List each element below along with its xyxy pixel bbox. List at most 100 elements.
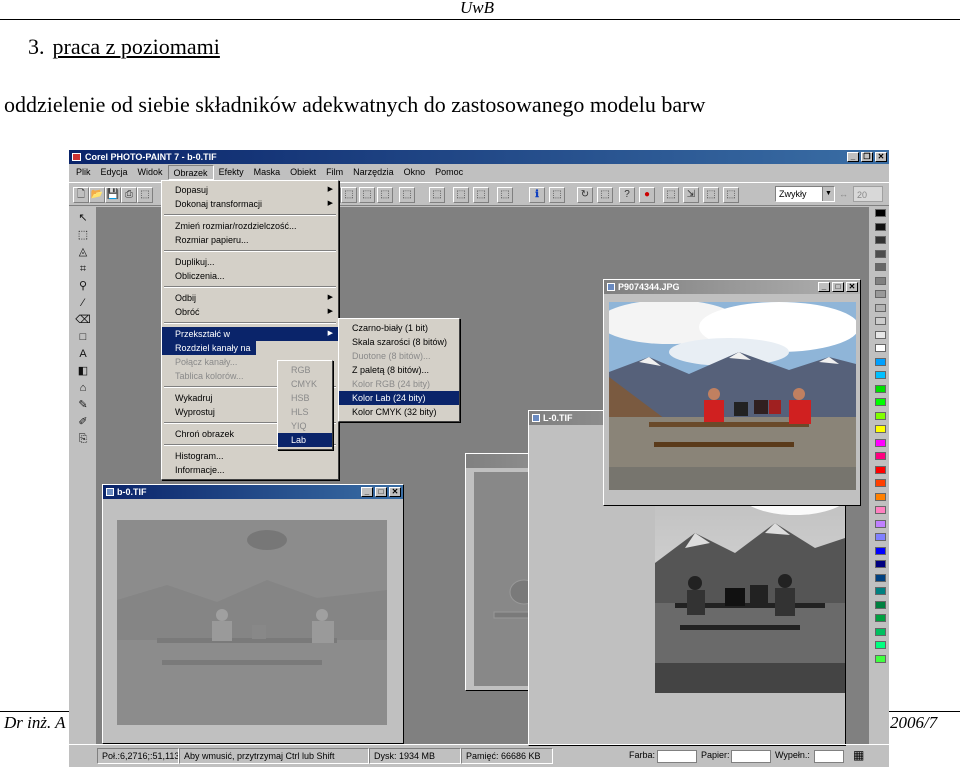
menu-item[interactable]: Kolor RGB (24 bity) (339, 377, 459, 391)
palette-swatch[interactable] (875, 357, 886, 366)
palette-swatch[interactable] (875, 438, 886, 447)
menu-item[interactable]: HLS (278, 405, 332, 419)
palette-swatch[interactable] (875, 600, 886, 609)
maximize-icon[interactable]: □ (832, 282, 844, 292)
palette-swatch[interactable] (875, 492, 886, 501)
palette-swatch[interactable] (875, 533, 886, 541)
arrow-tool-icon[interactable]: ⇲ (683, 187, 699, 203)
open-file-icon[interactable]: 📂 (89, 187, 105, 203)
palette-swatch[interactable] (875, 209, 886, 217)
menu-item[interactable]: HSB (278, 391, 332, 405)
doc-title-b[interactable]: b-0.TIF _ □ ✕ (103, 485, 403, 499)
menu-plik[interactable]: Plik (71, 165, 96, 180)
zoom-tool-icon[interactable]: ⚲ (73, 278, 93, 295)
tool-icon[interactable]: ⬚ (723, 187, 739, 203)
fill-tool-icon[interactable]: ◧ (73, 363, 93, 380)
palette-swatch[interactable] (875, 654, 886, 663)
chevron-down-icon[interactable]: ▼ (822, 187, 834, 201)
apple-icon[interactable]: ● (639, 187, 655, 203)
menu-item[interactable]: CMYK (278, 377, 332, 391)
tool-icon[interactable]: ⬚ (703, 187, 719, 203)
eraser-tool-icon[interactable]: ⌫ (73, 312, 93, 329)
palette-swatch[interactable] (875, 560, 886, 568)
paper-swatch[interactable] (731, 750, 771, 763)
tool-icon[interactable]: ⬚ (377, 187, 393, 203)
menu-item[interactable]: Kolor CMYK (32 bity) (339, 405, 459, 419)
menu-item[interactable]: Lab (278, 433, 332, 447)
menu-item[interactable]: Histogram... (162, 449, 338, 463)
menu-item[interactable]: Rozmiar papieru... (162, 233, 338, 247)
menu-item[interactable]: Skala szarości (8 bitów) (339, 335, 459, 349)
palette-swatch[interactable] (875, 303, 886, 312)
maximize-icon[interactable]: □ (375, 487, 387, 497)
brush-tool-icon[interactable]: ✎ (73, 397, 93, 414)
tool-icon[interactable]: ⬚ (453, 187, 469, 203)
doc-window-b[interactable]: b-0.TIF _ □ ✕ (102, 484, 404, 744)
menu-item[interactable]: Obróć ▶ (162, 305, 338, 319)
palette-swatch[interactable] (875, 479, 886, 487)
menu-item[interactable]: Obliczenia... (162, 269, 338, 283)
palette-swatch[interactable] (875, 344, 886, 352)
new-file-icon[interactable]: 🗋 (73, 187, 89, 203)
tool-icon[interactable]: ⬚ (137, 187, 153, 203)
palette-swatch[interactable] (875, 411, 886, 420)
print-icon[interactable]: ⎙ (121, 187, 137, 203)
menu-item[interactable]: Informacje... (162, 463, 338, 477)
effect-tool-icon[interactable]: ✐ (73, 414, 93, 431)
menu-maska[interactable]: Maska (249, 165, 286, 180)
save-icon[interactable]: 💾 (105, 187, 121, 203)
menu-widok[interactable]: Widok (133, 165, 168, 180)
menu-item[interactable]: Kolor Lab (24 bity) (339, 391, 459, 405)
rectangle-tool-icon[interactable]: □ (73, 329, 93, 346)
menu-item[interactable]: Dopasuj ▶ (162, 183, 338, 197)
minimize-icon[interactable]: _ (818, 282, 830, 292)
close-icon[interactable]: ✕ (846, 282, 858, 292)
palette-swatch[interactable] (875, 317, 886, 325)
restore-icon[interactable]: ❐ (861, 152, 873, 162)
palette-swatch[interactable] (875, 263, 886, 271)
palette-swatch[interactable] (875, 627, 886, 636)
menu-item[interactable]: Odbij ▶ (162, 291, 338, 305)
palette-swatch[interactable] (875, 371, 886, 379)
doc-window-photo[interactable]: P9074344.JPG _ □ ✕ (603, 279, 861, 506)
crop-tool-icon[interactable]: ⌗ (73, 261, 93, 278)
menu-obiekt[interactable]: Obiekt (285, 165, 321, 180)
grid-icon[interactable]: ▦ (853, 748, 864, 762)
palette-swatch[interactable] (875, 614, 886, 622)
palette-swatch[interactable] (875, 465, 886, 474)
tool-icon[interactable]: ⬚ (341, 187, 357, 203)
zoom-select[interactable]: Zwykły ▼ (775, 186, 835, 202)
menu-film[interactable]: Film (321, 165, 348, 180)
tool-icon[interactable]: ⬚ (359, 187, 375, 203)
menu-efekty[interactable]: Efekty (214, 165, 249, 180)
close-icon[interactable]: ✕ (875, 152, 887, 162)
outline-swatch[interactable] (814, 750, 844, 763)
menu-obrazek[interactable]: Obrazek (167, 165, 214, 180)
tool-icon[interactable]: ⬚ (429, 187, 445, 203)
menu-item[interactable]: Rozdziel kanały na (162, 341, 256, 355)
pointer-tool-icon[interactable]: ↖ (73, 210, 93, 227)
palette-swatch[interactable] (875, 330, 886, 339)
menu-item[interactable]: Czarno-biały (1 bit) (339, 321, 459, 335)
tool-icon[interactable]: ⬚ (497, 187, 513, 203)
menu-edycja[interactable]: Edycja (96, 165, 133, 180)
palette-swatch[interactable] (875, 573, 886, 582)
palette-swatch[interactable] (875, 384, 886, 393)
palette-swatch[interactable] (875, 236, 886, 244)
menu-okno[interactable]: Okno (399, 165, 431, 180)
palette-swatch[interactable] (875, 425, 886, 433)
palette-swatch[interactable] (875, 519, 886, 528)
menu-item[interactable]: Duplikuj... (162, 255, 338, 269)
tool-icon[interactable]: ⬚ (473, 187, 489, 203)
menu-item[interactable]: Zmień rozmiar/rozdzielczość... (162, 219, 338, 233)
minimize-icon[interactable]: _ (361, 487, 373, 497)
menu-item[interactable]: Z paletą (8 bitów)... (339, 363, 459, 377)
palette-swatch[interactable] (875, 222, 886, 231)
menu-narzędzia[interactable]: Narzędzia (348, 165, 399, 180)
doc-title-photo[interactable]: P9074344.JPG _ □ ✕ (604, 280, 860, 294)
help-icon[interactable]: ? (619, 187, 635, 203)
palette-swatch[interactable] (875, 587, 886, 595)
tool-icon[interactable]: ⬚ (399, 187, 415, 203)
minimize-icon[interactable]: _ (847, 152, 859, 162)
text-tool-icon[interactable]: A (73, 346, 93, 363)
